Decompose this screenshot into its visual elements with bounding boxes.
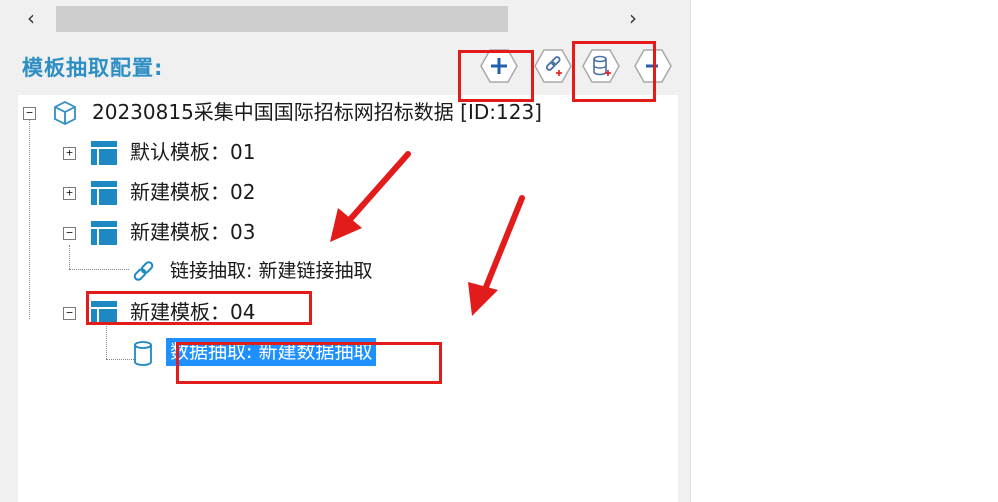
tree-root-node[interactable]: − 20230815采集中国国际招标网招标数据 [ID:123] xyxy=(18,98,658,128)
section-title: 模板抽取配置: xyxy=(22,56,164,80)
expand-toggle[interactable]: + xyxy=(63,187,76,200)
arrow-annotation xyxy=(468,195,525,316)
scrollbar-thumb[interactable] xyxy=(56,6,508,32)
tree-item-link-extraction[interactable]: 链接抽取: 新建链接抽取 xyxy=(128,257,448,287)
tree-item-label: 新建模板：03 xyxy=(130,220,256,244)
collapse-toggle[interactable]: − xyxy=(63,307,76,320)
link-icon xyxy=(534,49,572,83)
template-extraction-panel: ‹ › 模板抽取配置: − 20230815采集中国国际招标网招标数据 [ID:… xyxy=(0,0,690,502)
highlight-box-add xyxy=(458,50,534,102)
add-link-extraction-button[interactable] xyxy=(534,48,572,84)
highlight-box-data xyxy=(572,41,656,102)
tree-root-label: 20230815采集中国国际招标网招标数据 [ID:123] xyxy=(92,100,542,124)
scroll-left-icon[interactable]: ‹ xyxy=(20,6,42,30)
highlight-box-data-extraction xyxy=(176,342,442,384)
tree-connector xyxy=(29,119,30,319)
tree-connector xyxy=(106,323,107,359)
collapse-toggle[interactable]: − xyxy=(23,107,36,120)
template-icon xyxy=(91,221,117,245)
tree-connector xyxy=(69,269,129,270)
database-icon xyxy=(134,341,152,366)
horizontal-scrollbar[interactable]: ‹ › xyxy=(18,4,648,32)
tree-item-label: 新建模板：02 xyxy=(130,180,256,204)
tree-item-label: 链接抽取: 新建链接抽取 xyxy=(170,260,373,282)
link-icon xyxy=(133,261,154,281)
tree-item-template-02[interactable]: + 新建模板：02 xyxy=(58,178,358,208)
template-icon xyxy=(91,141,117,165)
template-icon xyxy=(91,181,117,205)
arrow-annotation xyxy=(330,151,411,242)
tree-item-label: 默认模板：01 xyxy=(130,140,256,164)
cube-icon xyxy=(54,100,76,126)
tree-item-template-01[interactable]: + 默认模板：01 xyxy=(58,138,358,168)
highlight-box-template-04 xyxy=(86,291,312,325)
collapse-toggle[interactable]: − xyxy=(63,227,76,240)
empty-content-area xyxy=(690,0,998,502)
scroll-right-icon[interactable]: › xyxy=(622,6,644,30)
tree-item-template-03[interactable]: − 新建模板：03 xyxy=(58,218,358,248)
expand-toggle[interactable]: + xyxy=(63,147,76,160)
tree-connector xyxy=(69,245,70,269)
